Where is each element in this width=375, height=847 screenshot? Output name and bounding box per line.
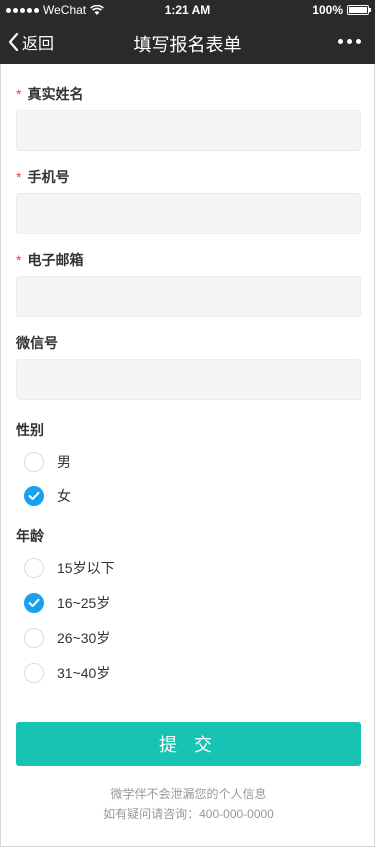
option-label: 26~30岁 [57, 630, 111, 646]
nav-bar: 返回 填写报名表单 [0, 20, 375, 64]
age-option-16-25[interactable]: 16~25岁 [24, 592, 110, 614]
age-option-under-15[interactable]: 15岁以下 [24, 557, 115, 579]
option-label: 31~40岁 [57, 665, 111, 681]
age-label: 年龄 [16, 528, 44, 544]
radio-button[interactable] [24, 593, 44, 613]
age-option-26-30[interactable]: 26~30岁 [24, 627, 110, 649]
battery-icon [347, 5, 371, 15]
radio-button[interactable] [24, 628, 44, 648]
status-right: 100% [312, 3, 371, 17]
check-icon [28, 598, 40, 607]
gender-label: 性别 [16, 422, 44, 438]
radio-button[interactable] [24, 486, 44, 506]
radio-button[interactable] [24, 558, 44, 578]
name-field-label: * 真实姓名 [16, 86, 84, 102]
check-icon [28, 491, 40, 500]
form-container: * 真实姓名 * 手机号 * 电子邮箱 微信号 性别 男 女 年龄 15岁以下 16~… [0, 64, 375, 847]
option-label: 女 [57, 488, 71, 504]
more-dots-icon [338, 39, 343, 44]
required-mark: * [16, 86, 22, 102]
name-input[interactable] [16, 110, 361, 151]
more-button[interactable] [338, 39, 361, 44]
age-option-31-40[interactable]: 31~40岁 [24, 662, 110, 684]
page-title: 填写报名表单 [133, 35, 242, 55]
option-label: 16~25岁 [57, 595, 111, 611]
phone-input[interactable] [16, 193, 361, 234]
required-mark: * [16, 169, 22, 185]
gender-option-female[interactable]: 女 [24, 485, 71, 507]
wechat-input[interactable] [16, 359, 361, 400]
radio-button[interactable] [24, 452, 44, 472]
radio-button[interactable] [24, 663, 44, 683]
privacy-note: 微学伴不会泄漏您的个人信息 [110, 787, 267, 801]
status-bar: WeChat 1:21 AM 100% [0, 0, 375, 20]
option-label: 男 [57, 454, 71, 470]
battery-percent: 100% [312, 3, 343, 17]
required-mark: * [16, 252, 22, 268]
option-label: 15岁以下 [57, 560, 115, 576]
contact-note: 如有疑问请咨询：400-000-0000 [103, 807, 274, 821]
email-input[interactable] [16, 276, 361, 317]
gender-option-male[interactable]: 男 [24, 451, 71, 473]
email-field-label: * 电子邮箱 [16, 252, 84, 268]
phone-field-label: * 手机号 [16, 169, 70, 185]
wechat-field-label: 微信号 [16, 335, 58, 351]
submit-button[interactable]: 提 交 [16, 722, 361, 766]
